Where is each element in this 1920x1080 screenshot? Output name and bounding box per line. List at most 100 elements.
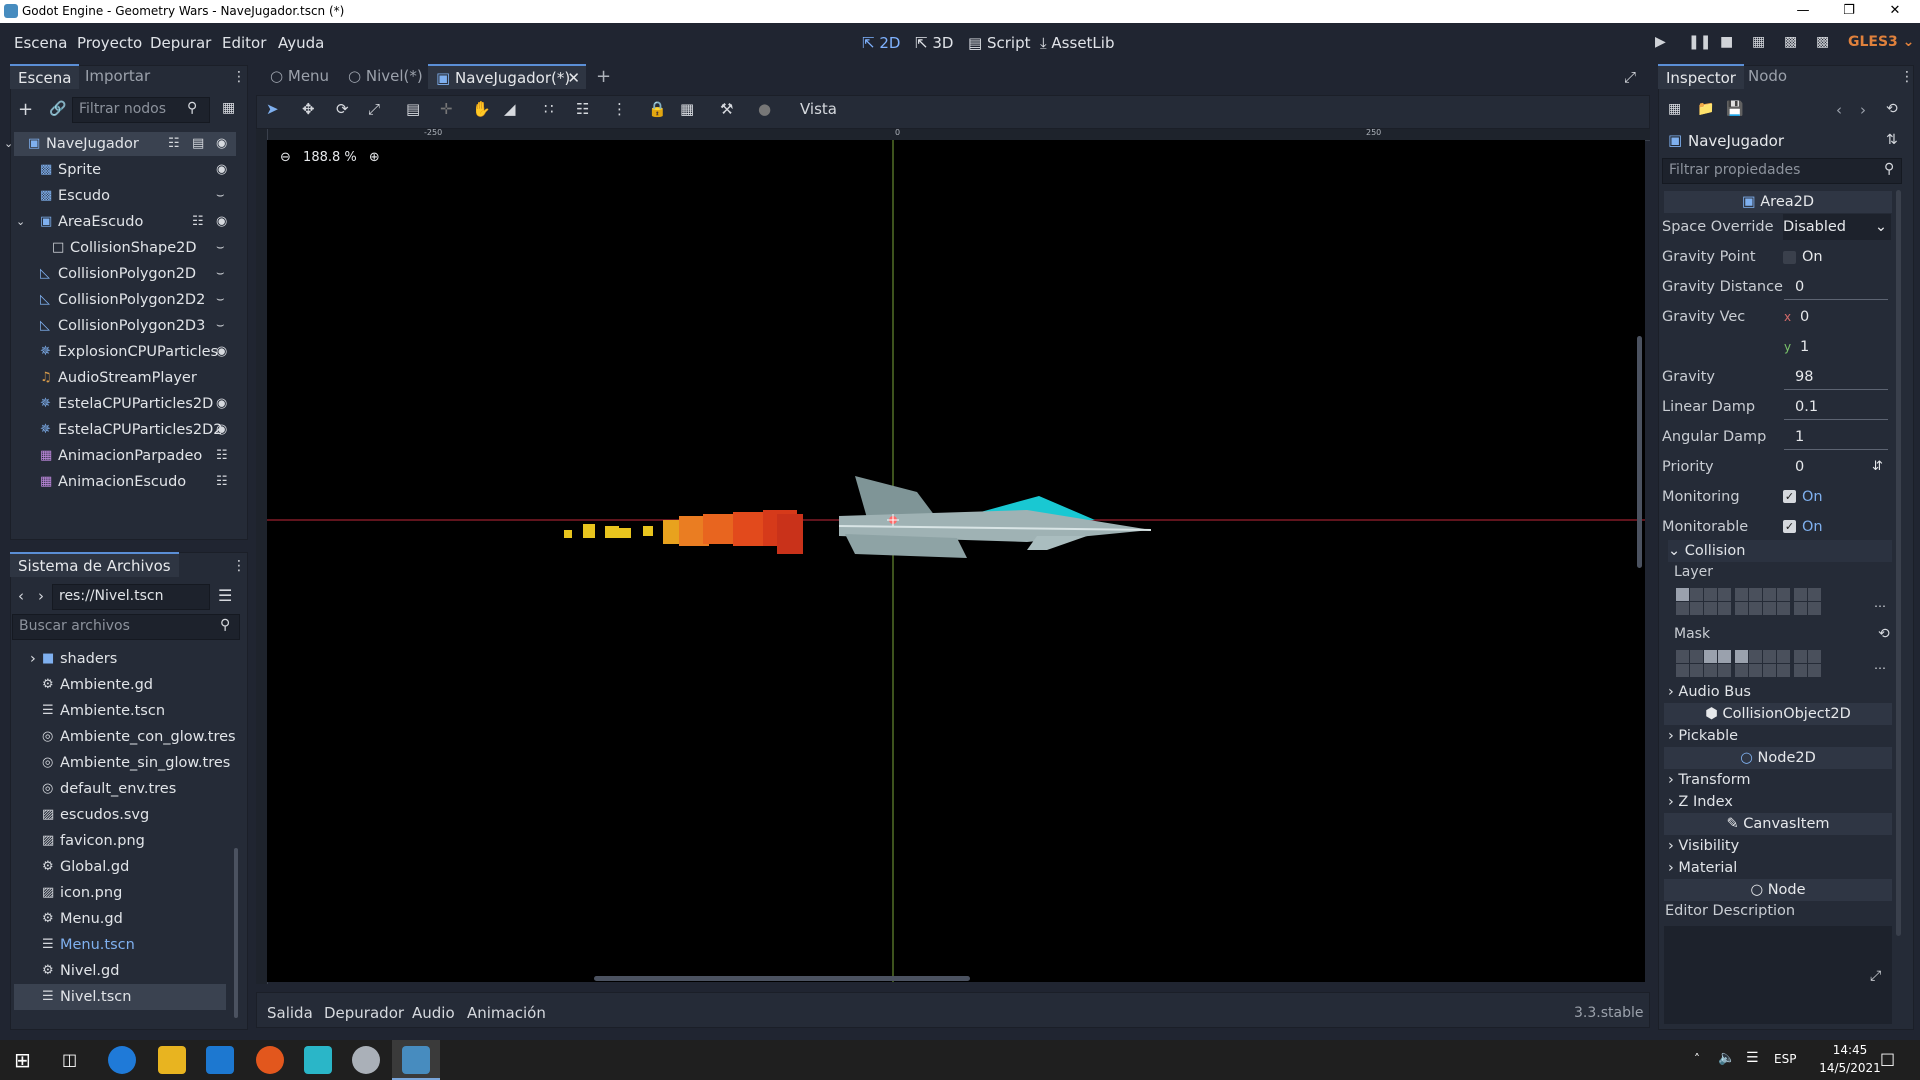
gimp-icon[interactable]: [352, 1046, 380, 1074]
monitoring-checkbox[interactable]: ✓: [1783, 490, 1796, 503]
add-tab-icon[interactable]: +: [596, 66, 611, 87]
chevron-right-icon[interactable]: ›: [30, 646, 36, 672]
edge-icon[interactable]: [108, 1046, 136, 1074]
godot-taskbar-button[interactable]: [392, 1040, 440, 1080]
list-view-icon[interactable]: ☰: [218, 586, 232, 605]
object-tools-icon[interactable]: ⇅: [1886, 132, 1898, 148]
scene-node-collisionshape2d[interactable]: □ CollisionShape2D ⌣: [14, 236, 236, 260]
layer-bit[interactable]: [1749, 664, 1762, 677]
chevron-down-icon[interactable]: ⌄: [4, 132, 13, 156]
maximize-icon[interactable]: ❐: [1826, 0, 1872, 23]
scene-node-areaescudo[interactable]: ⌄ ▣ AreaEscudo ◉ ☷: [14, 210, 236, 234]
layer-bit[interactable]: [1735, 650, 1748, 663]
scene-node-collisionpolygon2d3[interactable]: ◺ CollisionPolygon2D3 ⌣: [14, 314, 236, 338]
layer-bit[interactable]: [1794, 650, 1807, 663]
menu-escena[interactable]: Escena: [14, 34, 67, 52]
select-tool-icon[interactable]: ➤: [266, 100, 279, 118]
minimize-icon[interactable]: —: [1780, 0, 1826, 23]
paint3d-icon[interactable]: [304, 1046, 332, 1074]
file-item[interactable]: ☰ Nivel.tscn: [14, 984, 226, 1010]
smart-snap-icon[interactable]: ∷: [544, 100, 554, 118]
menu-ayuda[interactable]: Ayuda: [278, 34, 324, 52]
file-item[interactable]: ◎ default_env.tres: [14, 776, 226, 802]
gravity-vec-y[interactable]: 1: [1800, 334, 1809, 360]
viewport-h-scrollbar[interactable]: [594, 976, 970, 981]
section-z-index[interactable]: › Z Index: [1668, 791, 1733, 813]
layer-bit[interactable]: [1704, 602, 1717, 615]
layer-bit[interactable]: [1735, 664, 1748, 677]
filesystem-menu-icon[interactable]: ⋮: [232, 558, 246, 574]
tab-animacion[interactable]: Animación: [467, 1004, 546, 1022]
layer-bit[interactable]: [1794, 588, 1807, 601]
clock-time[interactable]: 14:45: [1820, 1043, 1880, 1057]
eye-closed-icon[interactable]: ⌣: [216, 288, 225, 312]
filter-properties-input[interactable]: Filtrar propiedades: [1662, 158, 1902, 184]
tab-escena[interactable]: Escena: [10, 64, 80, 89]
layer-bit[interactable]: [1735, 602, 1748, 615]
gravity-point-checkbox[interactable]: [1783, 251, 1796, 264]
layer-bit[interactable]: [1749, 650, 1762, 663]
layer-bit[interactable]: [1676, 588, 1689, 601]
rotate-tool-icon[interactable]: ⟳: [336, 100, 349, 118]
volume-icon[interactable]: 🔈: [1718, 1050, 1735, 1066]
signal-icon[interactable]: ☷: [216, 444, 228, 468]
tab-depurador[interactable]: Depurador: [324, 1004, 404, 1022]
file-item[interactable]: ▨ escudos.svg: [14, 802, 226, 828]
scene-node-navejugador[interactable]: ⌄ ▣ NaveJugador ◉ ▤ ☷: [4, 132, 236, 156]
history-back-icon[interactable]: ‹: [1836, 101, 1842, 119]
layer-bit[interactable]: [1777, 664, 1790, 677]
snap-options-icon[interactable]: ⋮: [612, 100, 627, 118]
notifications-icon[interactable]: □: [1880, 1049, 1895, 1068]
tab-salida[interactable]: Salida: [267, 1004, 313, 1022]
section-pickable[interactable]: › Pickable: [1668, 725, 1738, 747]
mode-script-button[interactable]: ▤ Script: [968, 34, 1030, 52]
layer-bit[interactable]: [1676, 650, 1689, 663]
eye-closed-icon[interactable]: ⌣: [216, 262, 225, 286]
mode-2d-button[interactable]: ⇱ 2D: [862, 34, 900, 52]
tab-menu[interactable]: ○ Menu: [262, 64, 337, 89]
file-item[interactable]: ⚙ Global.gd: [14, 854, 226, 880]
tray-chevron-icon[interactable]: ˄: [1694, 1052, 1700, 1066]
gravity-vec-x[interactable]: 0: [1800, 304, 1809, 330]
menu-proyecto[interactable]: Proyecto: [77, 34, 142, 52]
layer-bit[interactable]: [1718, 588, 1731, 601]
layer-bit[interactable]: [1676, 664, 1689, 677]
scene-node-escudo[interactable]: ▩ Escudo ⌣: [14, 184, 236, 208]
revert-icon[interactable]: ⟲: [1878, 626, 1890, 642]
priority-value[interactable]: 0: [1795, 454, 1804, 480]
mail-icon[interactable]: [206, 1046, 234, 1074]
eye-closed-icon[interactable]: ⌣: [216, 184, 225, 208]
layer-bit[interactable]: [1676, 602, 1689, 615]
play-scene-icon[interactable]: ▦: [1752, 34, 1765, 50]
layer-bit[interactable]: [1763, 588, 1776, 601]
linear-damp-value[interactable]: 0.1: [1795, 394, 1818, 420]
scene-node-explosioncpuparticles[interactable]: ✵ ExplosionCPUParticles ◉: [14, 340, 236, 364]
movie-icon[interactable]: ▩: [1816, 34, 1829, 50]
file-item[interactable]: ◎ Ambiente_con_glow.tres: [14, 724, 236, 750]
firefox-icon[interactable]: [256, 1046, 284, 1074]
layer-bit[interactable]: [1777, 602, 1790, 615]
file-item[interactable]: ⚙ Nivel.gd: [14, 958, 226, 984]
section-collision[interactable]: ⌄ Collision: [1668, 540, 1892, 562]
zoom-in-icon[interactable]: ⊕: [369, 150, 380, 165]
layer-bit[interactable]: [1763, 650, 1776, 663]
skeleton-icon[interactable]: ⚒: [720, 100, 733, 118]
eye-closed-icon[interactable]: ⌣: [216, 236, 225, 260]
file-explorer-icon[interactable]: [158, 1046, 186, 1074]
history-icon[interactable]: ⟲: [1886, 101, 1898, 117]
file-item[interactable]: ▨ icon.png: [14, 880, 226, 906]
make-polygon-icon[interactable]: ●: [758, 100, 771, 118]
group-icon[interactable]: ▦: [680, 100, 694, 118]
file-item[interactable]: ⚙ Ambiente.gd: [14, 672, 226, 698]
eye-closed-icon[interactable]: ⌣: [216, 314, 225, 338]
signal-icon[interactable]: ☷: [192, 210, 204, 234]
grid-snap-icon[interactable]: ☷: [576, 100, 589, 118]
ruler-tool-icon[interactable]: ◢: [504, 100, 516, 118]
canvas-viewport[interactable]: [267, 140, 1645, 982]
layer-bit[interactable]: [1777, 588, 1790, 601]
layer-bit[interactable]: [1763, 602, 1776, 615]
layer-bit[interactable]: [1735, 588, 1748, 601]
layer-bit[interactable]: [1690, 650, 1703, 663]
language-indicator[interactable]: ESP: [1774, 1052, 1796, 1066]
file-item[interactable]: ▨ favicon.png: [14, 828, 226, 854]
